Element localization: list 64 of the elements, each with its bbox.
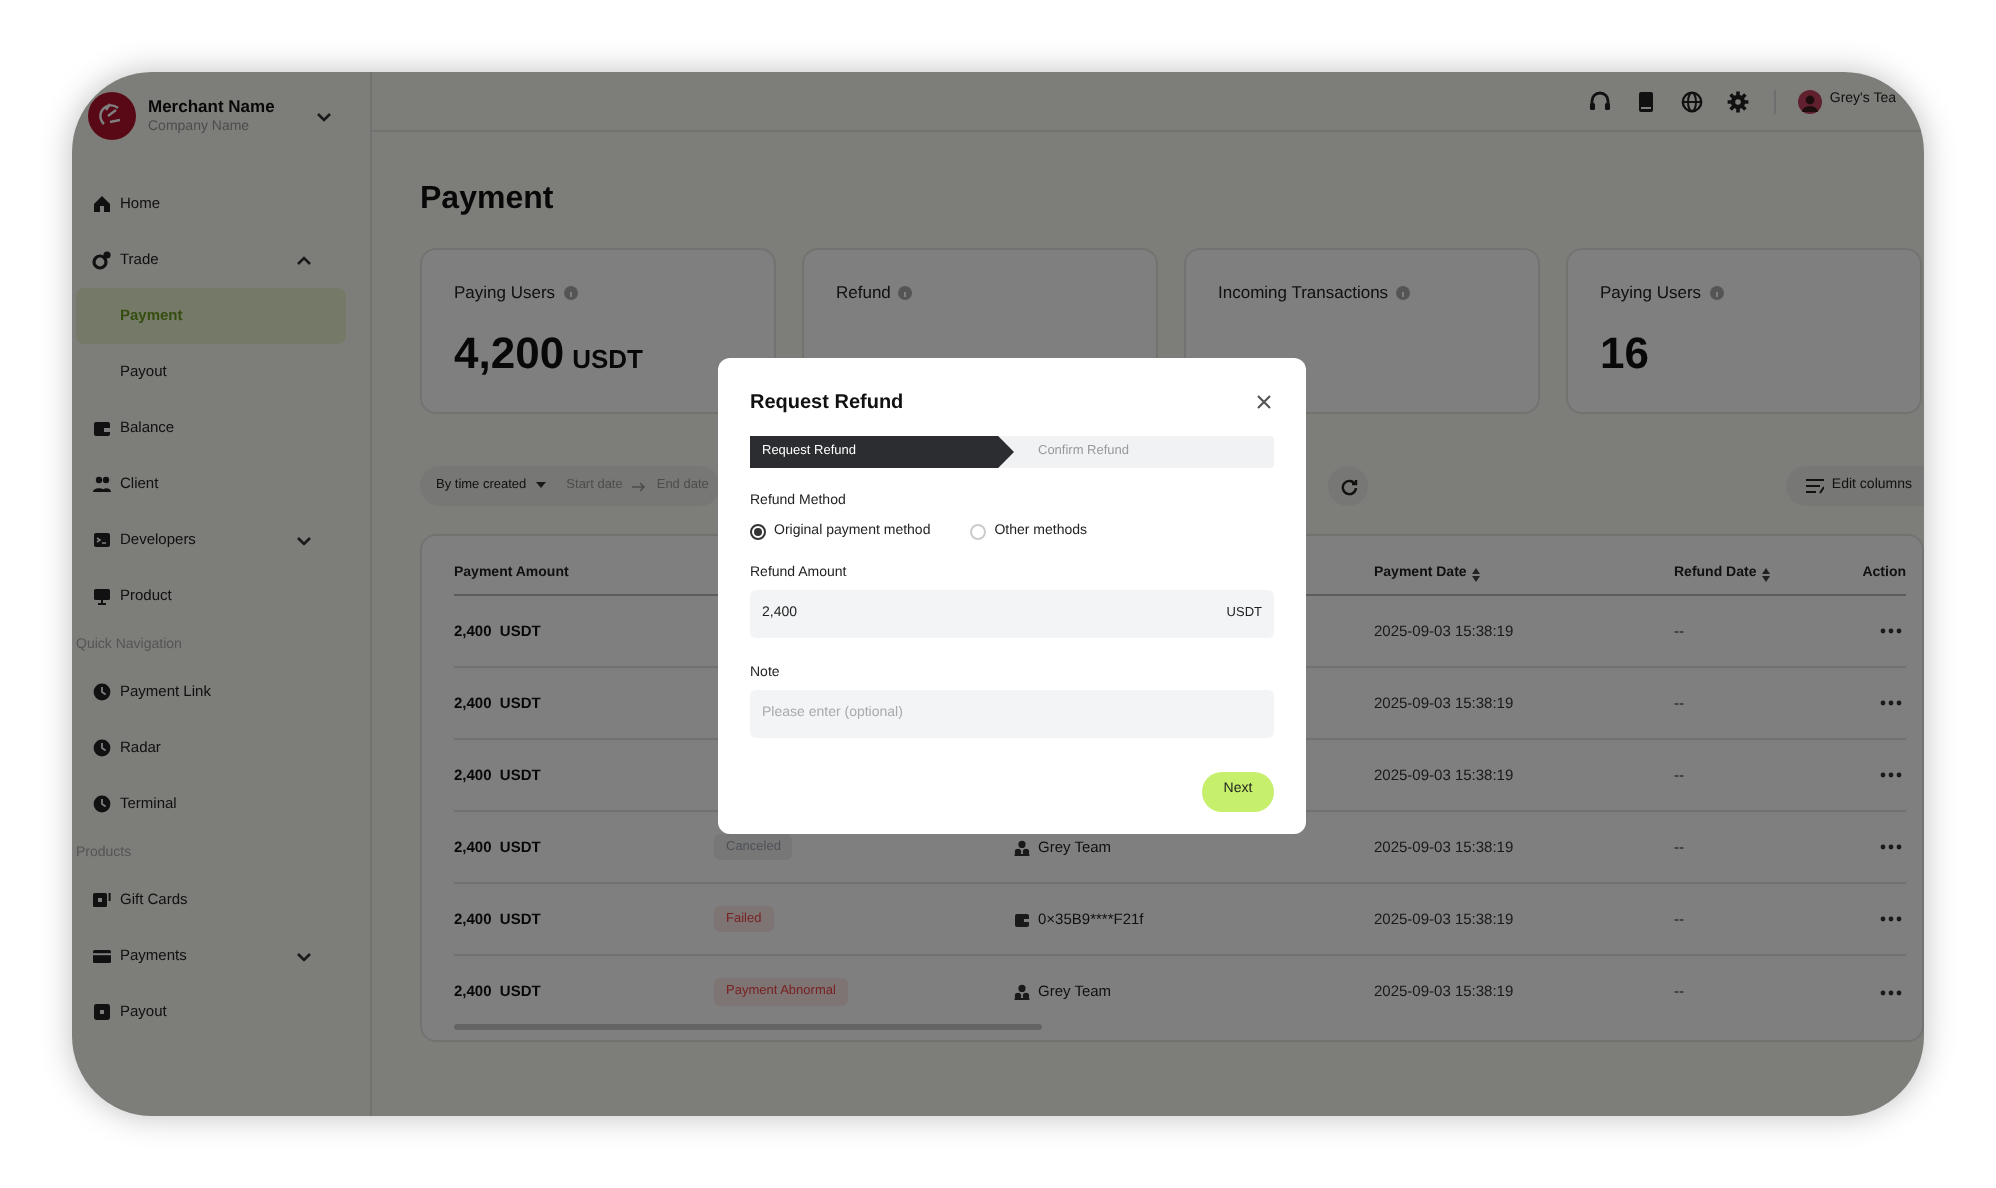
stat-label: Incoming Transactions (1218, 282, 1389, 304)
headset-icon (1587, 89, 1612, 113)
stat-label: Refund (836, 282, 891, 304)
chevron-down-icon (294, 531, 314, 549)
arrow-right-icon (632, 481, 647, 491)
info-icon (1396, 286, 1411, 300)
chevron-down-icon (314, 107, 334, 125)
stat-label: Paying Users (454, 282, 556, 304)
radio-button[interactable] (750, 524, 766, 541)
info-icon (898, 286, 913, 300)
more-icon (1880, 844, 1902, 850)
refresh-button[interactable] (1328, 466, 1368, 506)
merchant-name: Merchant Name (148, 95, 277, 117)
more-actions-button[interactable] (1880, 916, 1906, 922)
headset-button[interactable] (1585, 87, 1614, 115)
more-icon (1880, 772, 1902, 778)
avatar-icon (1797, 89, 1822, 113)
clock-icon (92, 682, 112, 702)
sort-icon (1762, 568, 1771, 582)
chevron-down-icon (294, 947, 314, 965)
more-icon (1880, 700, 1902, 706)
info-icon (563, 286, 578, 300)
page-title: Payment (420, 180, 556, 220)
stat-unit: USDT (572, 342, 643, 378)
team-icon (1014, 984, 1030, 1000)
refresh-icon (1339, 477, 1357, 495)
book-icon (1633, 89, 1658, 113)
settings-button[interactable] (1723, 87, 1752, 115)
clock-icon (92, 738, 112, 758)
team-icon (1014, 839, 1030, 855)
close-icon (1256, 394, 1272, 410)
settings-icon (1725, 89, 1750, 113)
info-icon (1709, 286, 1724, 300)
more-actions-button[interactable] (1880, 772, 1906, 778)
close-button[interactable] (1254, 392, 1274, 412)
card-icon (92, 946, 112, 966)
stat-value: 4,200 (454, 328, 565, 380)
more-icon (1880, 628, 1902, 634)
wallet-icon (92, 418, 112, 438)
chevron-up-icon (294, 251, 314, 269)
more-actions-button[interactable] (1880, 628, 1906, 634)
more-actions-button[interactable] (1880, 700, 1906, 706)
more-actions-button[interactable] (1880, 989, 1906, 995)
gift-card-icon (92, 890, 112, 910)
terminal-icon (92, 530, 112, 550)
people-icon (92, 474, 112, 494)
more-actions-button[interactable] (1880, 844, 1906, 850)
clock-icon (92, 794, 112, 814)
sort-icon (1472, 568, 1481, 582)
more-icon (1880, 989, 1902, 995)
columns-icon (1805, 478, 1824, 494)
home-icon (92, 194, 112, 214)
stat-value: 16 (1600, 328, 1649, 380)
stat-label: Paying Users (1600, 282, 1702, 304)
globe-icon (1679, 89, 1704, 113)
dialog-title: Request Refund (750, 389, 904, 417)
more-icon (1880, 916, 1902, 922)
square-icon (92, 1002, 112, 1022)
coin-icon (92, 250, 112, 270)
merchant-logo-icon (88, 92, 136, 140)
wallet-icon (1014, 911, 1030, 927)
caret-down-icon (536, 482, 547, 490)
monitor-icon (92, 586, 112, 606)
globe-button[interactable] (1677, 87, 1706, 115)
